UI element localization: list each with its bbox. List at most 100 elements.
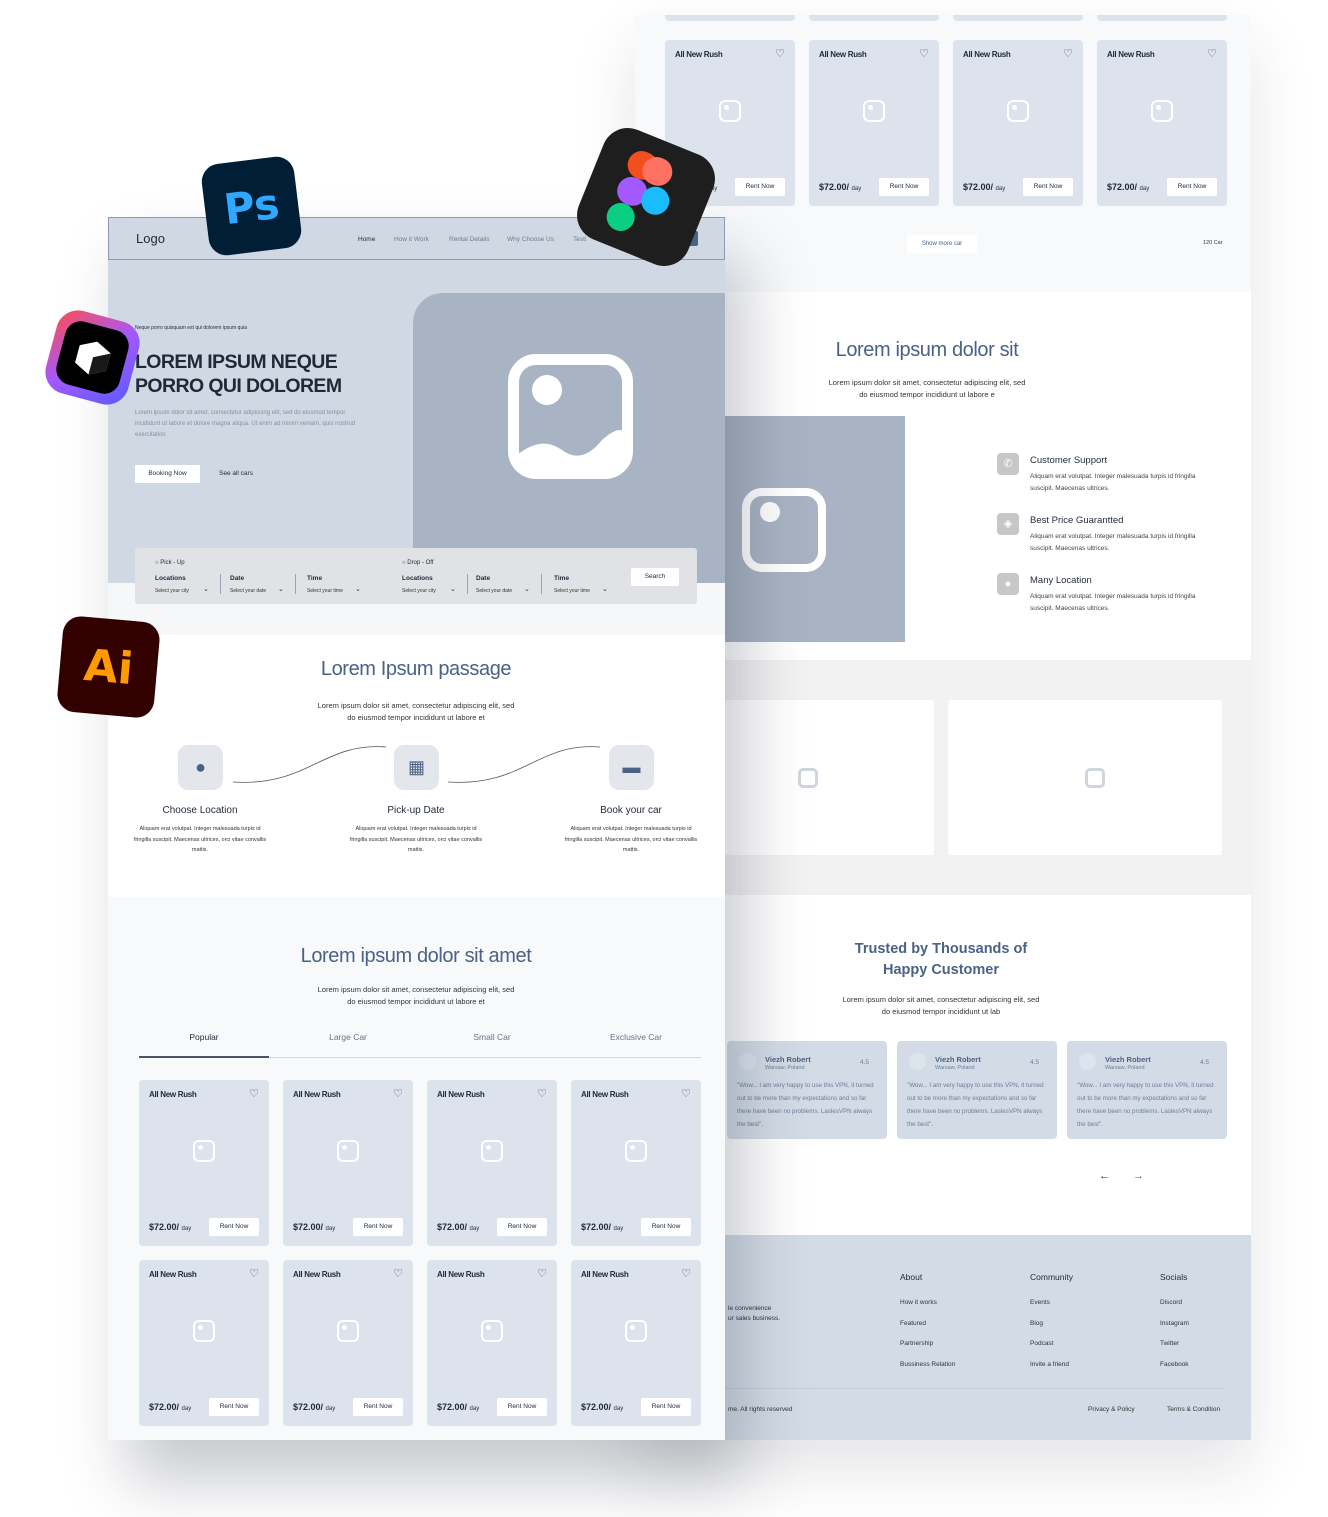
rent-now-button[interactable]: Rent Now xyxy=(353,1398,403,1416)
rent-now-button[interactable]: Rent Now xyxy=(1023,178,1073,196)
tab-exclusive-car[interactable]: Exclusive Car xyxy=(571,1032,701,1042)
footer-link[interactable]: Discord xyxy=(1160,1299,1182,1306)
prev-arrow-button[interactable]: ← xyxy=(1099,1170,1110,1182)
image-placeholder-icon xyxy=(481,1140,503,1162)
footer-link[interactable]: Invite a friend xyxy=(1030,1361,1069,1368)
testimonial-quote: "Wow... I am very happy to use this VPN,… xyxy=(737,1082,874,1128)
rent-now-button[interactable]: Rent Now xyxy=(497,1398,547,1416)
booking-now-button[interactable]: Booking Now xyxy=(135,465,200,483)
chevron-down-icon[interactable]: ⌄ xyxy=(278,585,284,593)
rent-now-button[interactable]: Rent Now xyxy=(641,1218,691,1236)
car-price: $72.00/ day xyxy=(581,1222,624,1232)
heart-icon[interactable]: ♡ xyxy=(1207,47,1217,60)
testimonial-card: Viezh Robert Warsaw, Poland 4.5 "Wow... … xyxy=(1067,1041,1227,1139)
footer-link[interactable]: Twitter xyxy=(1160,1340,1179,1347)
hero-title: LOREM IPSUM NEQUE PORRO QUI DOLOREM xyxy=(135,351,342,397)
search-field-label: Locations xyxy=(402,575,433,582)
front-page-mockup: Logo Home How it Work Rental Details Why… xyxy=(108,217,725,1440)
footer-link[interactable]: Featured xyxy=(900,1320,926,1327)
heart-icon[interactable]: ♡ xyxy=(393,1267,403,1280)
rent-now-button[interactable]: Rent Now xyxy=(209,1398,259,1416)
rating: 4.5 xyxy=(1200,1059,1210,1066)
photoshop-logo: Ps xyxy=(199,154,304,258)
footer-link[interactable]: Podcast xyxy=(1030,1340,1054,1347)
nav-testimonials[interactable]: Testi xyxy=(573,236,586,243)
feature-title: Customer Support xyxy=(1030,455,1108,466)
rent-now-button[interactable]: Rent Now xyxy=(1167,178,1217,196)
chevron-down-icon[interactable]: ⌄ xyxy=(355,585,361,593)
heart-icon[interactable]: ♡ xyxy=(249,1267,259,1280)
heart-icon[interactable]: ♡ xyxy=(393,1087,403,1100)
rent-now-button[interactable]: Rent Now xyxy=(641,1398,691,1416)
rent-now-button[interactable]: Rent Now xyxy=(735,178,785,196)
feature-description: Aliquam erat volutpat. Integer malesuada… xyxy=(1030,473,1196,492)
footer-link[interactable]: Bussiness Relation xyxy=(900,1361,955,1368)
search-field-select[interactable]: Select your date xyxy=(230,588,266,594)
image-placeholder-icon xyxy=(625,1320,647,1342)
footer: le convenience ur sales business. About Ho… xyxy=(635,1235,1251,1440)
testimonial-card: Viezh Robert Warsaw, Poland 4.5 "Wow... … xyxy=(897,1041,1057,1139)
step-title: Book your car xyxy=(600,805,662,816)
car-title: All New Rush xyxy=(1107,50,1155,59)
heart-icon[interactable]: ♡ xyxy=(919,47,929,60)
logo[interactable]: Logo xyxy=(136,231,165,246)
footer-link[interactable]: Facebook xyxy=(1160,1361,1189,1368)
chevron-down-icon[interactable]: ⌄ xyxy=(524,585,530,593)
location-pin-icon: ● xyxy=(178,745,223,790)
car-price: $72.00/ day xyxy=(293,1402,336,1412)
terms-link[interactable]: Terms & Condition xyxy=(1167,1406,1220,1413)
chevron-down-icon[interactable]: ⌄ xyxy=(203,585,209,593)
search-field-select[interactable]: Select your city xyxy=(402,588,436,594)
car-title: All New Rush xyxy=(293,1270,341,1279)
tab-popular[interactable]: Popular xyxy=(139,1032,269,1042)
car-card-partial xyxy=(1097,15,1227,21)
privacy-link[interactable]: Privacy & Policy xyxy=(1088,1406,1135,1413)
nav-home[interactable]: Home xyxy=(358,236,375,243)
dropoff-radio[interactable]: ○ Drop - Off xyxy=(402,560,434,566)
illustrator-logo: Ai xyxy=(56,614,161,720)
next-arrow-button[interactable]: → xyxy=(1133,1170,1144,1182)
image-placeholder-icon xyxy=(863,100,885,122)
car-title: All New Rush xyxy=(581,1090,629,1099)
heart-icon[interactable]: ♡ xyxy=(537,1267,547,1280)
show-more-car-button[interactable]: Show more car xyxy=(907,235,977,253)
tab-large-car[interactable]: Large Car xyxy=(283,1032,413,1042)
rent-now-button[interactable]: Rent Now xyxy=(353,1218,403,1236)
heart-icon[interactable]: ♡ xyxy=(681,1087,691,1100)
nav-why-choose-us[interactable]: Why Choose Us xyxy=(507,236,554,243)
tab-small-car[interactable]: Small Car xyxy=(427,1032,557,1042)
footer-link[interactable]: Events xyxy=(1030,1299,1050,1306)
nav-rental-details[interactable]: Rental Details xyxy=(449,236,489,243)
footer-link[interactable]: Instagram xyxy=(1160,1320,1189,1327)
heart-icon[interactable]: ♡ xyxy=(681,1267,691,1280)
heart-icon[interactable]: ♡ xyxy=(1063,47,1073,60)
footer-link[interactable]: Partnership xyxy=(900,1340,933,1347)
search-button[interactable]: Search xyxy=(631,568,679,586)
heart-icon[interactable]: ♡ xyxy=(775,47,785,60)
gallery-section xyxy=(635,660,1251,895)
search-field-label: Time xyxy=(554,575,570,582)
pickup-radio[interactable]: ○ Pick - Up xyxy=(155,560,185,566)
rent-now-button[interactable]: Rent Now xyxy=(209,1218,259,1236)
heart-icon[interactable]: ♡ xyxy=(537,1087,547,1100)
feature-title: Best Price Guarantted xyxy=(1030,515,1124,526)
car-card-partial xyxy=(665,15,795,21)
search-field-label: Date xyxy=(230,575,245,582)
search-field-select[interactable]: Select your time xyxy=(554,588,590,594)
nav-how-it-work[interactable]: How it Work xyxy=(394,236,429,243)
chevron-down-icon[interactable]: ⌄ xyxy=(602,585,608,593)
rent-now-button[interactable]: Rent Now xyxy=(879,178,929,196)
footer-link[interactable]: How it works xyxy=(900,1299,937,1306)
car-price: $72.00/ day xyxy=(437,1402,480,1412)
chevron-down-icon[interactable]: ⌄ xyxy=(450,585,456,593)
search-field-select[interactable]: Select your city xyxy=(155,588,189,594)
rent-now-button[interactable]: Rent Now xyxy=(497,1218,547,1236)
car-price: $72.00/ day xyxy=(149,1222,192,1232)
footer-link[interactable]: Blog xyxy=(1030,1320,1043,1327)
steps-title: Lorem Ipsum passage xyxy=(320,658,512,680)
search-field-select[interactable]: Select your date xyxy=(476,588,512,594)
search-field-select[interactable]: Select your time xyxy=(307,588,343,594)
see-all-cars-link[interactable]: See all cars xyxy=(219,470,253,477)
location-pin-icon: ● xyxy=(997,573,1019,595)
heart-icon[interactable]: ♡ xyxy=(249,1087,259,1100)
